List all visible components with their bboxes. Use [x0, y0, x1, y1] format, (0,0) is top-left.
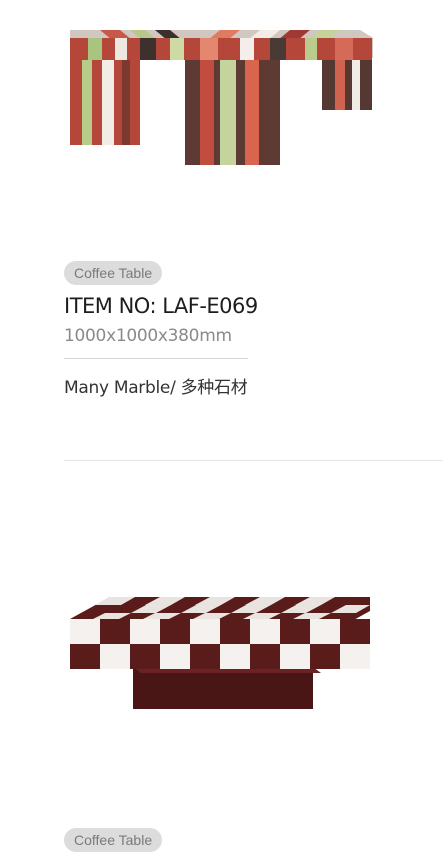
product-material: Many Marble/ 多种石材 [64, 378, 248, 398]
striped-marble-table-icon [70, 30, 373, 165]
checkerboard-marble-table-icon [70, 597, 370, 709]
product-dimensions: 1000x1000x380mm [64, 326, 232, 346]
product-image-laf-e069[interactable] [60, 0, 380, 175]
info-separator [64, 358, 248, 359]
product-divider [64, 460, 443, 461]
category-badge: Coffee Table [64, 261, 163, 285]
category-badge: Coffee Table [64, 828, 163, 852]
item-number: ITEM NO: LAF-E069 [64, 294, 258, 318]
product-image-checkerboard[interactable] [65, 585, 375, 715]
